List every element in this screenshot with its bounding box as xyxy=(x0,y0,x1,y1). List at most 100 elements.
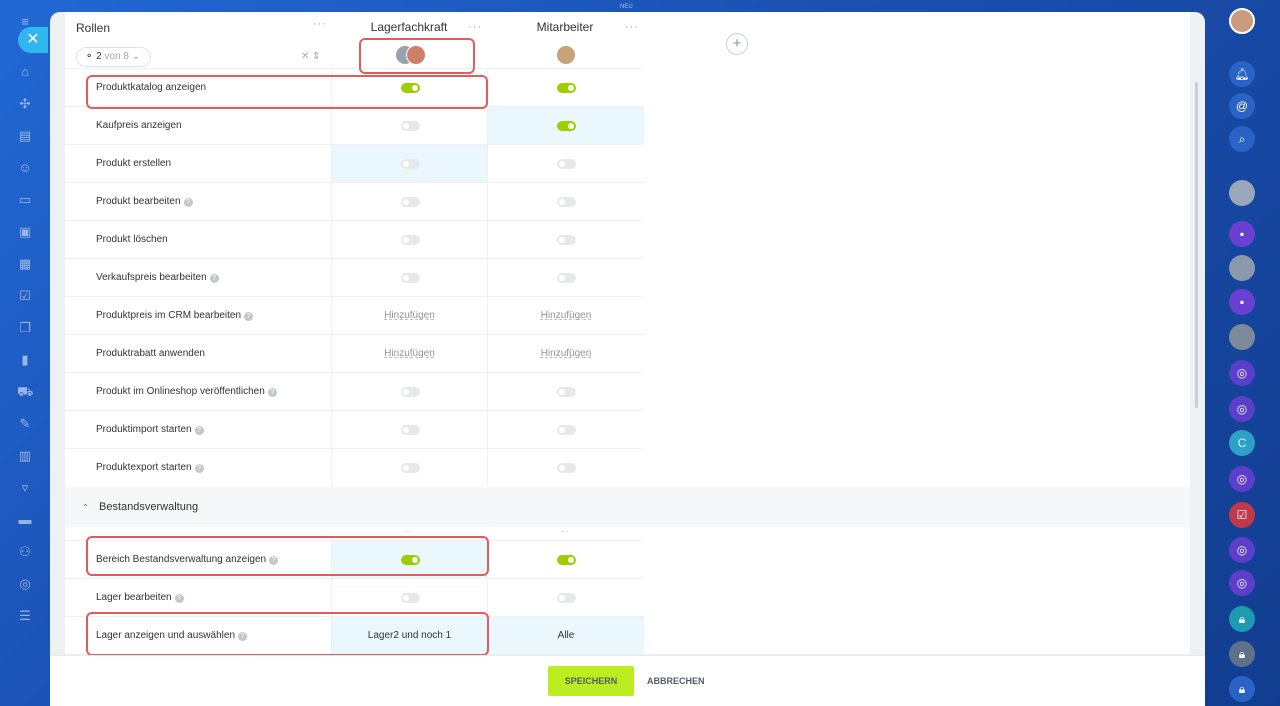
contacts-icon[interactable]: ☺ xyxy=(17,160,33,176)
permission-row: Kaufpreis anzeigen xyxy=(65,106,644,144)
group-icon[interactable]: ⚇ xyxy=(17,544,33,560)
list-icon[interactable]: ☰ xyxy=(17,608,33,624)
permission-toggle[interactable] xyxy=(557,159,576,169)
role-selector[interactable]: ⚬ 2 von 8 ⌄ xyxy=(76,47,151,67)
column-title-mitarbeiter[interactable]: Mitarbeiter xyxy=(487,20,643,34)
column-members-mitarbeiter[interactable] xyxy=(556,45,578,67)
openline-icon[interactable]: ◎ xyxy=(1229,360,1255,386)
contact-avatar[interactable] xyxy=(1229,324,1255,350)
selector-suffix: von 8 xyxy=(104,51,129,62)
cart-icon[interactable]: ⛟ xyxy=(17,384,33,400)
column-menu-icon[interactable]: ··· xyxy=(561,527,569,536)
channel-icon[interactable]: ▪ xyxy=(1229,289,1255,315)
permission-toggle[interactable] xyxy=(557,83,576,93)
add-link[interactable]: Hinzufügen xyxy=(488,297,644,335)
highlight-row xyxy=(86,536,489,576)
filter-icon[interactable]: ▿ xyxy=(17,480,33,496)
permissions-panel: Rollen ··· ⚬ 2 von 8 ⌄ ✕ ⇕ Lagerfachkraf… xyxy=(50,12,1205,706)
help-icon[interactable]: ? xyxy=(267,388,277,397)
save-button[interactable]: SPEICHERN xyxy=(548,666,634,696)
add-link[interactable]: Hinzufügen xyxy=(332,335,487,373)
permission-toggle[interactable] xyxy=(557,387,576,397)
column-title-lagerfachkraft[interactable]: Lagerfachkraft xyxy=(331,20,487,34)
bell-icon[interactable]: 🔔︎ xyxy=(1229,61,1255,87)
permission-toggle[interactable] xyxy=(401,235,420,245)
cancel-button[interactable]: ABBRECHEN xyxy=(647,666,705,696)
contact-avatar[interactable] xyxy=(1229,180,1255,206)
openline-icon[interactable]: ◎ xyxy=(1229,396,1255,422)
add-link[interactable]: Hinzufügen xyxy=(488,335,644,373)
openline-icon[interactable]: ◎ xyxy=(1229,570,1255,596)
inventory-icon[interactable]: ▣ xyxy=(17,224,33,240)
permission-row: Produkt bearbeiten? xyxy=(65,182,644,220)
permission-toggle[interactable] xyxy=(557,197,576,207)
permission-toggle[interactable] xyxy=(401,159,420,169)
permission-toggle[interactable] xyxy=(401,197,420,207)
help-icon[interactable]: ? xyxy=(244,312,254,321)
add-link[interactable]: Hinzufügen xyxy=(332,297,487,335)
contact-badge[interactable]: C xyxy=(1229,430,1255,456)
globe-icon[interactable]: ◎ xyxy=(17,576,33,592)
permission-toggle[interactable] xyxy=(401,425,420,435)
chevron-up-icon[interactable]: ⌃ xyxy=(79,501,92,514)
help-icon[interactable]: ? xyxy=(194,464,204,473)
document-icon[interactable]: ▭ xyxy=(17,192,33,208)
permission-toggle[interactable] xyxy=(401,273,420,283)
card-icon[interactable]: ▬ xyxy=(17,512,33,528)
openline-icon[interactable]: ◎ xyxy=(1229,537,1255,563)
home-icon[interactable]: ⌂ xyxy=(17,64,33,80)
storage-icon[interactable]: ▥ xyxy=(17,448,33,464)
channel-icon[interactable]: ▪ xyxy=(1229,221,1255,247)
permission-toggle[interactable] xyxy=(557,555,576,565)
permission-cell xyxy=(331,145,487,182)
permission-toggle[interactable] xyxy=(557,235,576,245)
checklist-icon[interactable]: ☑ xyxy=(17,288,33,304)
search-chat-icon[interactable]: ⌕ xyxy=(1229,126,1255,152)
expand-collapse-icon[interactable]: ✕ ⇕ xyxy=(301,51,321,62)
chat-icon[interactable]: ❐ xyxy=(17,320,33,336)
permission-cell xyxy=(331,449,487,486)
permission-toggle[interactable] xyxy=(401,387,420,397)
column-menu-icon[interactable]: ··· xyxy=(468,21,482,33)
help-icon[interactable]: ? xyxy=(209,274,219,283)
permission-cell: Hinzufügen xyxy=(331,335,487,372)
column-menu-icon[interactable]: ··· xyxy=(404,527,412,536)
permission-toggle[interactable] xyxy=(557,593,576,603)
permission-row: Produktexport starten? xyxy=(65,448,644,486)
analytics-icon[interactable]: ▮ xyxy=(17,352,33,368)
edit-doc-icon[interactable]: ✎ xyxy=(17,416,33,432)
column-menu-icon[interactable]: ··· xyxy=(625,21,639,33)
permission-toggle[interactable] xyxy=(557,425,576,435)
group-avatar[interactable] xyxy=(1229,255,1255,281)
at-icon[interactable]: @ xyxy=(1229,93,1255,119)
lock-icon[interactable]: 🔒︎ xyxy=(1229,676,1255,702)
highlight-avatars xyxy=(359,38,475,74)
permission-value[interactable]: Alle xyxy=(488,617,644,655)
tasks-icon[interactable]: ▤ xyxy=(17,128,33,144)
user-avatar[interactable] xyxy=(1229,8,1255,34)
task-icon[interactable]: ☑ xyxy=(1229,502,1255,528)
close-slider-button[interactable]: ✕ xyxy=(18,27,48,53)
roles-menu-icon[interactable]: ··· xyxy=(313,18,327,30)
permission-toggle[interactable] xyxy=(401,463,420,473)
lock-icon[interactable]: 🔒︎ xyxy=(1229,606,1255,632)
section-bestandsverwaltung[interactable]: ⌃ Bestandsverwaltung xyxy=(65,487,1190,527)
selector-count: 2 xyxy=(96,51,102,62)
permission-toggle[interactable] xyxy=(401,593,420,603)
permission-row: Produktpreis im CRM bearbeiten? Hinzufüge… xyxy=(65,296,644,334)
scrollbar[interactable] xyxy=(1195,82,1198,408)
help-icon[interactable]: ? xyxy=(194,426,204,435)
puzzle-icon[interactable]: ✣ xyxy=(17,96,33,112)
board-icon[interactable]: ▦ xyxy=(17,256,33,272)
permission-label: Produkt im Onlineshop veröffentlichen? xyxy=(96,373,277,411)
add-role-button[interactable]: + xyxy=(726,33,748,55)
permission-toggle[interactable] xyxy=(557,121,576,131)
help-icon[interactable]: ? xyxy=(174,594,184,603)
permission-toggle[interactable] xyxy=(557,463,576,473)
help-icon[interactable]: ? xyxy=(183,198,193,207)
permission-toggle[interactable] xyxy=(401,121,420,131)
permission-toggle[interactable] xyxy=(557,273,576,283)
permission-cell xyxy=(487,259,644,296)
openline-icon[interactable]: ◎ xyxy=(1229,466,1255,492)
lock-icon[interactable]: 🔒︎ xyxy=(1229,641,1255,667)
